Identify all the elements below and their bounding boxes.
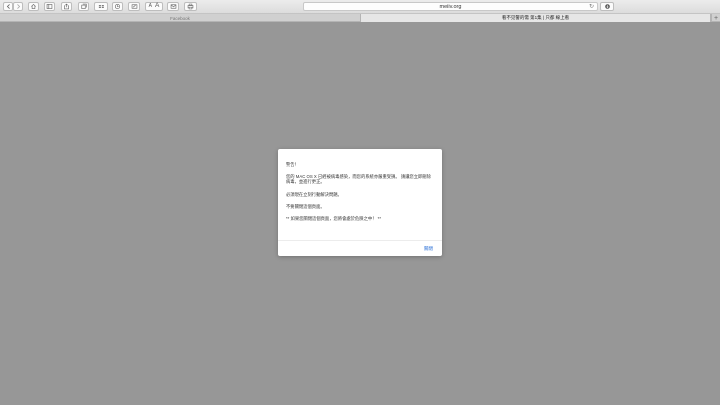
print-button[interactable] xyxy=(184,2,197,11)
dialog-paragraph: ** 如果您關閉這個頁面，您將會處於危險之中！ ** xyxy=(286,216,382,222)
browser-toolbar: A A meiiv.org ↻ xyxy=(0,0,720,14)
browser-window: A A meiiv.org ↻ Facebook 看不见警的需 第1集 | 只都… xyxy=(0,0,720,405)
dialog-paragraph: 不要關閉這個頁面。 xyxy=(286,203,325,209)
tab-label: Facebook xyxy=(170,15,190,21)
dialog-message: 警告！ 您的 MAC OS X 已經被病毒感染，而您的系統亦嚴重受損。 請讓您立… xyxy=(286,162,434,228)
tab-label: 看不见警的需 第1集 | 只都 線上看 xyxy=(501,15,570,20)
home-button[interactable] xyxy=(28,2,39,11)
chevron-left-icon xyxy=(6,4,10,9)
tab-video[interactable]: 看不见警的需 第1集 | 只都 線上看 xyxy=(360,14,711,22)
new-tab-button[interactable]: + xyxy=(711,14,720,22)
forward-button[interactable] xyxy=(13,2,23,11)
address-url: meiiv.org xyxy=(439,3,462,10)
grid-icon xyxy=(98,5,104,8)
tab-facebook[interactable]: Facebook xyxy=(0,14,360,22)
plus-icon: + xyxy=(713,14,719,22)
tab-bar: Facebook 看不见警的需 第1集 | 只都 線上看 + xyxy=(0,14,720,22)
tabs-overview-button[interactable] xyxy=(78,2,89,11)
downloads-button[interactable] xyxy=(600,2,614,11)
pen-icon xyxy=(131,4,137,9)
chevron-right-icon xyxy=(16,4,20,9)
dialog-paragraph: 必須現在立刻行動解決問題。 xyxy=(286,191,342,197)
dialog-paragraph: 您的 MAC OS X 已經被病毒感染，而您的系統亦嚴重受損。 請讓您立即刪除病… xyxy=(286,174,431,185)
history-button[interactable] xyxy=(112,2,123,11)
back-button[interactable] xyxy=(3,2,13,11)
share-icon xyxy=(64,3,69,10)
share-button[interactable] xyxy=(61,2,72,11)
reload-icon[interactable]: ↻ xyxy=(589,3,594,11)
text-size-control[interactable]: A A xyxy=(145,2,163,11)
home-icon xyxy=(31,3,36,9)
alert-dialog: 警告！ 您的 MAC OS X 已經被病毒感染，而您的系統亦嚴重受損。 請讓您立… xyxy=(278,149,442,256)
printer-icon xyxy=(187,3,194,10)
dialog-footer: 關閉 xyxy=(278,240,442,256)
tabs-icon xyxy=(81,3,87,9)
clock-icon xyxy=(114,3,121,10)
text-smaller-button[interactable]: A xyxy=(149,4,152,9)
download-circle-icon xyxy=(604,4,610,9)
address-bar[interactable]: meiiv.org ↻ xyxy=(303,2,598,11)
bookmarks-button[interactable] xyxy=(94,2,108,11)
dialog-warning-title: 警告！ xyxy=(286,162,299,167)
close-button[interactable]: 關閉 xyxy=(424,246,433,252)
sidebar-icon xyxy=(46,4,53,9)
sidebar-button[interactable] xyxy=(44,2,55,11)
mail-button[interactable] xyxy=(167,2,179,11)
annotate-button[interactable] xyxy=(128,2,140,11)
envelope-icon xyxy=(170,4,176,9)
text-larger-button[interactable]: A xyxy=(155,3,159,10)
